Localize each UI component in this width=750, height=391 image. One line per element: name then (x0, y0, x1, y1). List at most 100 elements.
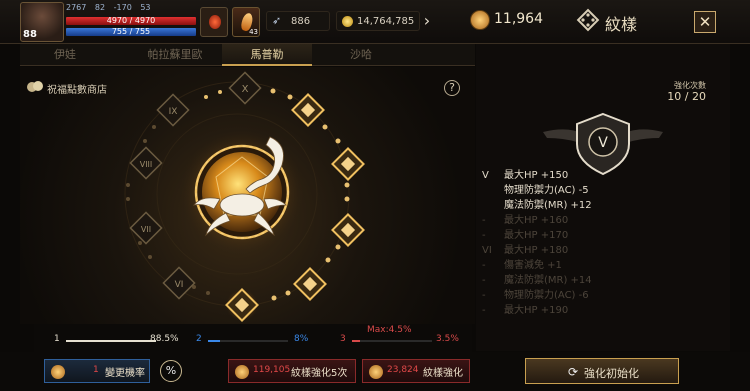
enhance-label: 紋樣強化 (423, 368, 463, 379)
bottom-action-bar: 1 變更機率 % 119,105 紋樣強化5次 23,824 紋樣強化 ⟳ 強化… (0, 352, 750, 391)
stat-row-text: 最大HP +190 (504, 305, 569, 316)
node-level-vii[interactable]: VII (129, 211, 163, 245)
node-label-vi: VI (175, 280, 184, 290)
enhance-button[interactable]: 23,824 紋樣強化 (362, 359, 470, 383)
stat-row: - 最大HP +170 (480, 228, 720, 243)
node-label-vii: VII (141, 225, 151, 234)
node-active-4[interactable] (293, 267, 327, 301)
enhance-count-value: 10 / 20 (667, 90, 706, 103)
stat-extra: 53 (140, 3, 151, 12)
prob-3-index: 3 (340, 334, 346, 344)
prob-1-track (66, 340, 156, 342)
pattern-wheel-panel: 祝福點數商店 ? X IX VIII VII VI (20, 67, 475, 324)
stat-alignment: -170 (113, 3, 132, 12)
feather-currency: ➶ 886 (266, 11, 330, 31)
tab-bar: 伊娃 帕拉蘇里歐 馬普勒 沙哈 (20, 44, 475, 66)
page-title: 紋樣 (605, 15, 638, 34)
prob-2-track (208, 340, 288, 342)
change-rate-cost: 1 (93, 365, 99, 375)
prob-2-value: 8% (294, 334, 309, 344)
coin-icon (235, 365, 249, 379)
stat-power: 2767 (66, 3, 87, 12)
mp-bar: 755 / 755 (66, 28, 196, 36)
stat-row-level: - (482, 290, 486, 301)
pattern-wheel: X IX VIII VII VI (124, 71, 365, 322)
node-active-2[interactable] (331, 147, 365, 181)
tab-eva[interactable]: 伊娃 (20, 44, 110, 66)
coin-icon (51, 365, 65, 379)
scorpion-emblem[interactable] (180, 130, 304, 254)
node-level-x[interactable]: X (228, 71, 262, 105)
prob-3-value: 3.5% (436, 334, 459, 344)
blessing-amount: 11,964 (494, 11, 543, 27)
enhance-5x-button[interactable]: 119,105 紋樣強化5次 (228, 359, 356, 383)
reset-enhance-button[interactable]: ⟳ 強化初始化 (525, 358, 679, 384)
reset-enhance-label: 強化初始化 (584, 367, 639, 380)
gold-amount: 14,764,785 (357, 16, 415, 27)
item-count: 43 (249, 28, 258, 36)
prob-max-label: Max:4.5% (367, 325, 412, 335)
stat-attack: 82 (94, 3, 106, 12)
prob-1-index: 1 (54, 334, 60, 344)
node-active-5[interactable] (225, 288, 259, 322)
pattern-crest-icon (576, 8, 600, 32)
refresh-icon: ⟳ (568, 365, 579, 379)
stat-row-text: 最大HP +180 (504, 245, 569, 256)
gold-coin-icon (342, 16, 353, 27)
node-label-ix: IX (169, 107, 178, 117)
node-level-viii[interactable]: VIII (129, 146, 163, 180)
potion-icon (209, 15, 221, 29)
node-label-x: X (242, 84, 249, 95)
stat-row: - 物理防禦力(AC) -6 (480, 288, 720, 303)
stat-row: 物理防禦力(AC) -5 (480, 183, 720, 198)
enhance-5x-label: 紋樣強化5次 (291, 368, 348, 379)
gold-currency: 14,764,785 (336, 11, 420, 31)
player-portrait[interactable]: 88 (20, 2, 64, 42)
stat-row-text: 最大HP +170 (504, 230, 569, 241)
stat-row-text: 物理防禦力(AC) -5 (504, 185, 589, 196)
stat-row: 魔法防禦(MR) +12 (480, 198, 720, 213)
feather-icon: ➶ (272, 14, 282, 27)
stat-row-level: V (482, 170, 489, 181)
stat-row-level: - (482, 275, 486, 286)
probability-bar: 1 88.5% 2 8% Max:4.5% 3 3.5% (34, 324, 472, 352)
stat-row-level: - (482, 305, 486, 316)
enhance-stat-list: V 最大HP +150 物理防禦力(AC) -5 魔法防禦(MR) +12 - 最大HP … (480, 168, 720, 318)
player-level: 88 (23, 29, 37, 40)
node-active-3[interactable] (331, 213, 365, 247)
tab-paagrio[interactable]: 帕拉蘇里歐 (130, 44, 220, 66)
enhance-info-panel: 強化次數 10 / 20 V V 最大HP +150 物理防禦力(AC) -5 魔法防… (476, 44, 730, 351)
stat-row-text: 物理防禦力(AC) -6 (504, 290, 589, 301)
stat-row: - 傷害減免 +1 (480, 258, 720, 273)
stat-row-level: VI (482, 245, 492, 256)
prob-2-index: 2 (196, 334, 202, 344)
tab-maphr[interactable]: 馬普勒 (222, 44, 312, 66)
prob-3-track (352, 340, 432, 342)
top-bar: 88 2767 82 -170 53 4970 / 4970 755 / 755… (0, 0, 750, 44)
node-level-vi[interactable]: VI (162, 266, 196, 300)
stat-row: - 魔法防禦(MR) +14 (480, 273, 720, 288)
tab-sayha[interactable]: 沙哈 (316, 44, 406, 66)
item-slot[interactable]: 43 (232, 7, 260, 37)
blessing-coin-icon (470, 10, 490, 30)
change-rate-label: 變更機率 (105, 368, 145, 379)
stat-row-text: 最大HP +160 (504, 215, 569, 226)
node-level-ix[interactable]: IX (156, 93, 190, 127)
player-stats: 2767 82 -170 53 (66, 3, 157, 12)
chevron-right-icon[interactable]: › (420, 11, 434, 31)
prob-1-value: 88.5% (150, 334, 179, 344)
stat-row-text: 最大HP +150 (504, 170, 569, 181)
change-rate-button[interactable]: 1 變更機率 (44, 359, 150, 383)
stat-row: - 最大HP +190 (480, 303, 720, 318)
emblem-level-label: V (598, 135, 608, 151)
potion-slot[interactable] (200, 7, 228, 37)
hp-bar: 4970 / 4970 (66, 17, 196, 25)
enhance-5x-cost: 119,105 (253, 365, 291, 375)
close-button[interactable]: ✕ (694, 11, 716, 33)
stat-row-level: - (482, 260, 486, 271)
stat-row-text: 魔法防禦(MR) +12 (504, 200, 592, 211)
rate-info-button[interactable]: % (160, 360, 182, 382)
stat-row-level: - (482, 230, 486, 241)
stat-row-text: 傷害減免 +1 (504, 260, 562, 271)
coin-icon (369, 365, 383, 379)
